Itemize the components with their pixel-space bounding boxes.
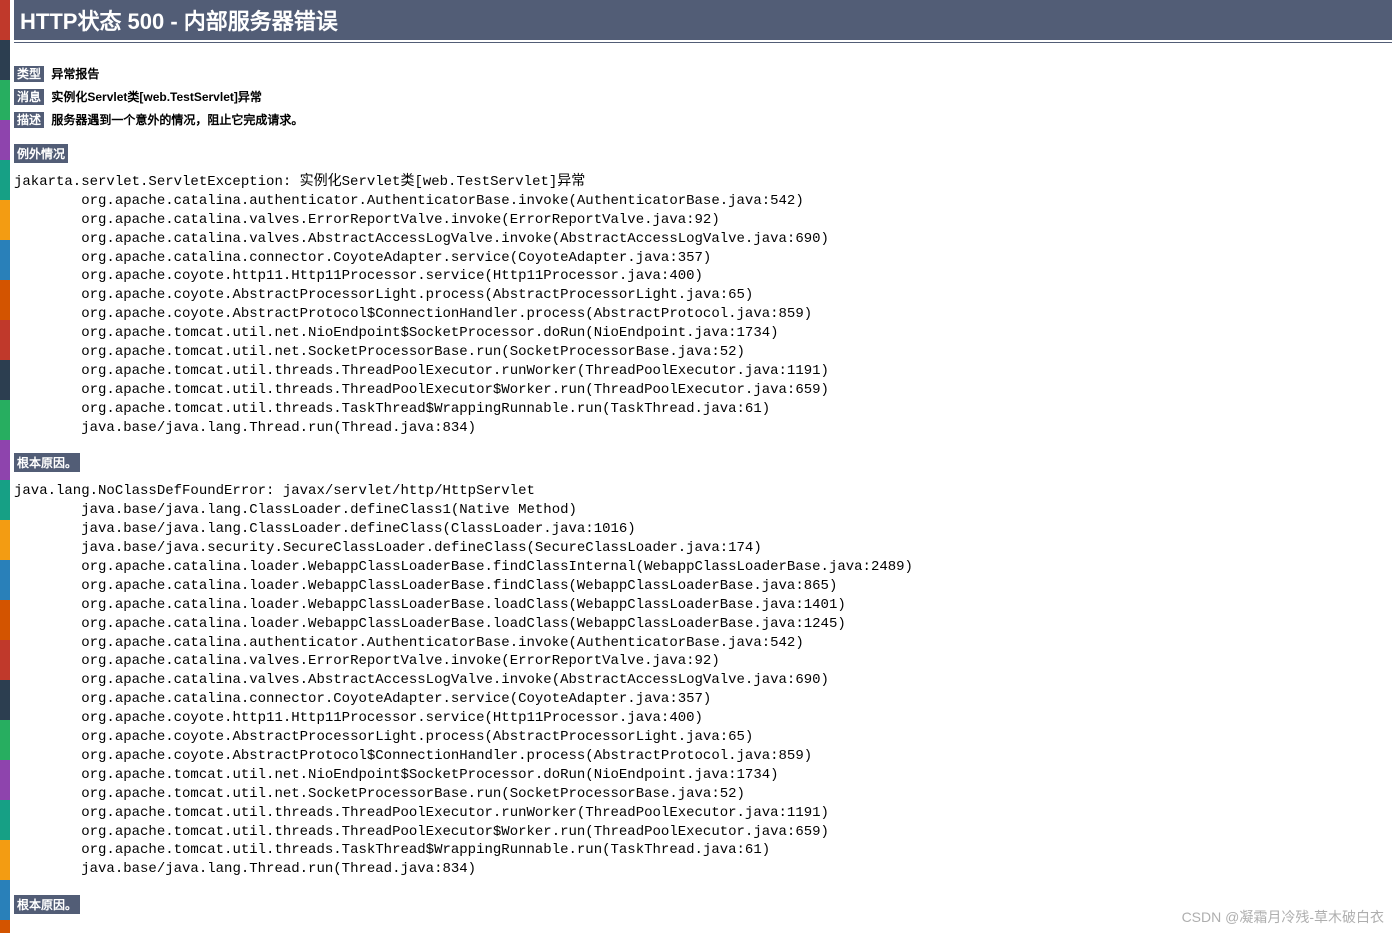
type-value: 异常报告	[51, 67, 99, 81]
error-header: HTTP状态 500 - 内部服务器错误	[14, 0, 1392, 40]
description-value: 服务器遇到一个意外的情况，阻止它完成请求。	[51, 113, 303, 127]
exception-stacktrace: jakarta.servlet.ServletException: 实例化Ser…	[14, 173, 1392, 437]
message-value: 实例化Servlet类[web.TestServlet]异常	[51, 90, 262, 104]
message-row: 消息 实例化Servlet类[web.TestServlet]异常	[14, 88, 1392, 105]
type-label: 类型	[14, 66, 44, 82]
description-label: 描述	[14, 112, 44, 128]
rootcause-section-label: 根本原因。	[14, 453, 80, 472]
rootcause2-section-label: 根本原因。	[14, 895, 80, 914]
exception-section-label: 例外情况	[14, 144, 68, 163]
decorative-left-strip	[0, 0, 10, 933]
message-label: 消息	[14, 89, 44, 105]
description-row: 描述 服务器遇到一个意外的情况，阻止它完成请求。	[14, 111, 1392, 128]
header-divider	[14, 42, 1392, 43]
type-row: 类型 异常报告	[14, 65, 1392, 82]
error-page-content: HTTP状态 500 - 内部服务器错误 类型 异常报告 消息 实例化Servl…	[10, 0, 1396, 922]
rootcause-stacktrace: java.lang.NoClassDefFoundError: javax/se…	[14, 482, 1392, 879]
